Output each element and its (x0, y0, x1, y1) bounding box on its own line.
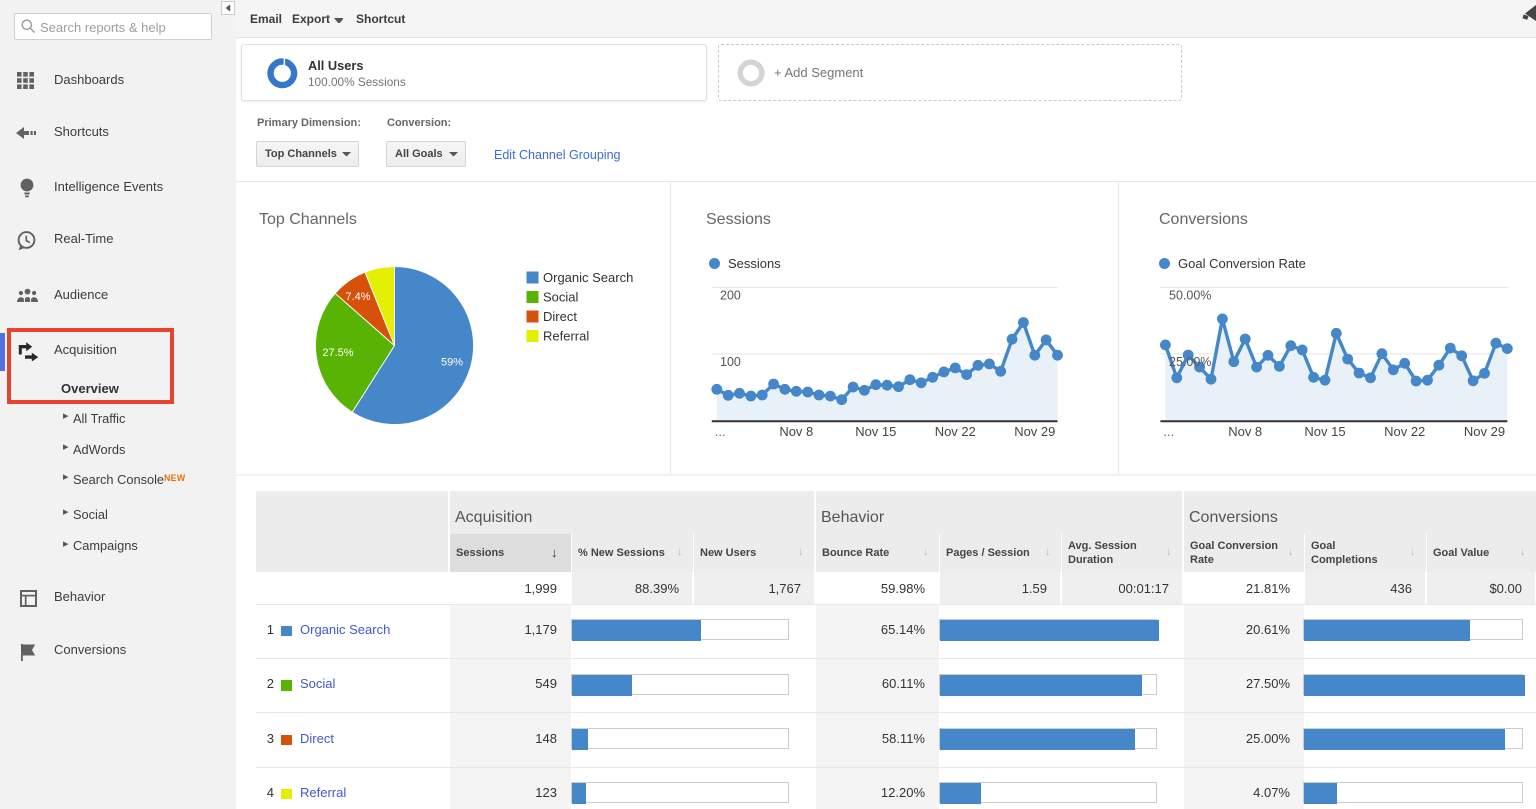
svg-text:Sessions: Sessions (706, 211, 771, 228)
svg-text:Nov 8: Nov 8 (779, 424, 813, 439)
svg-text:Nov 29: Nov 29 (1014, 424, 1055, 439)
svg-text:Referral: Referral (543, 329, 589, 344)
svg-text:Goal Conversion Rate: Goal Conversion Rate (1178, 256, 1306, 271)
svg-text:...: ... (715, 424, 726, 439)
svg-text:Nov 8: Nov 8 (1228, 424, 1262, 439)
svg-text:59%: 59% (441, 357, 463, 369)
svg-text:100: 100 (720, 355, 741, 369)
svg-text:200: 200 (720, 289, 741, 303)
svg-text:Nov 29: Nov 29 (1464, 424, 1505, 439)
svg-text:Organic Search: Organic Search (543, 270, 633, 285)
svg-text:Sessions: Sessions (728, 256, 781, 271)
svg-text:Nov 22: Nov 22 (935, 424, 976, 439)
svg-text:Conversions: Conversions (1159, 211, 1248, 228)
svg-text:Nov 22: Nov 22 (1384, 424, 1425, 439)
svg-text:Social: Social (543, 290, 579, 305)
svg-text:25.00%: 25.00% (1169, 355, 1211, 369)
svg-text:50.00%: 50.00% (1169, 289, 1211, 303)
svg-text:...: ... (1163, 424, 1174, 439)
svg-text:Direct: Direct (543, 309, 577, 324)
svg-text:Top Channels: Top Channels (259, 211, 357, 228)
svg-text:Nov 15: Nov 15 (855, 424, 896, 439)
svg-text:7.4%: 7.4% (345, 291, 370, 303)
svg-text:Nov 15: Nov 15 (1304, 424, 1345, 439)
svg-text:27.5%: 27.5% (322, 347, 353, 359)
